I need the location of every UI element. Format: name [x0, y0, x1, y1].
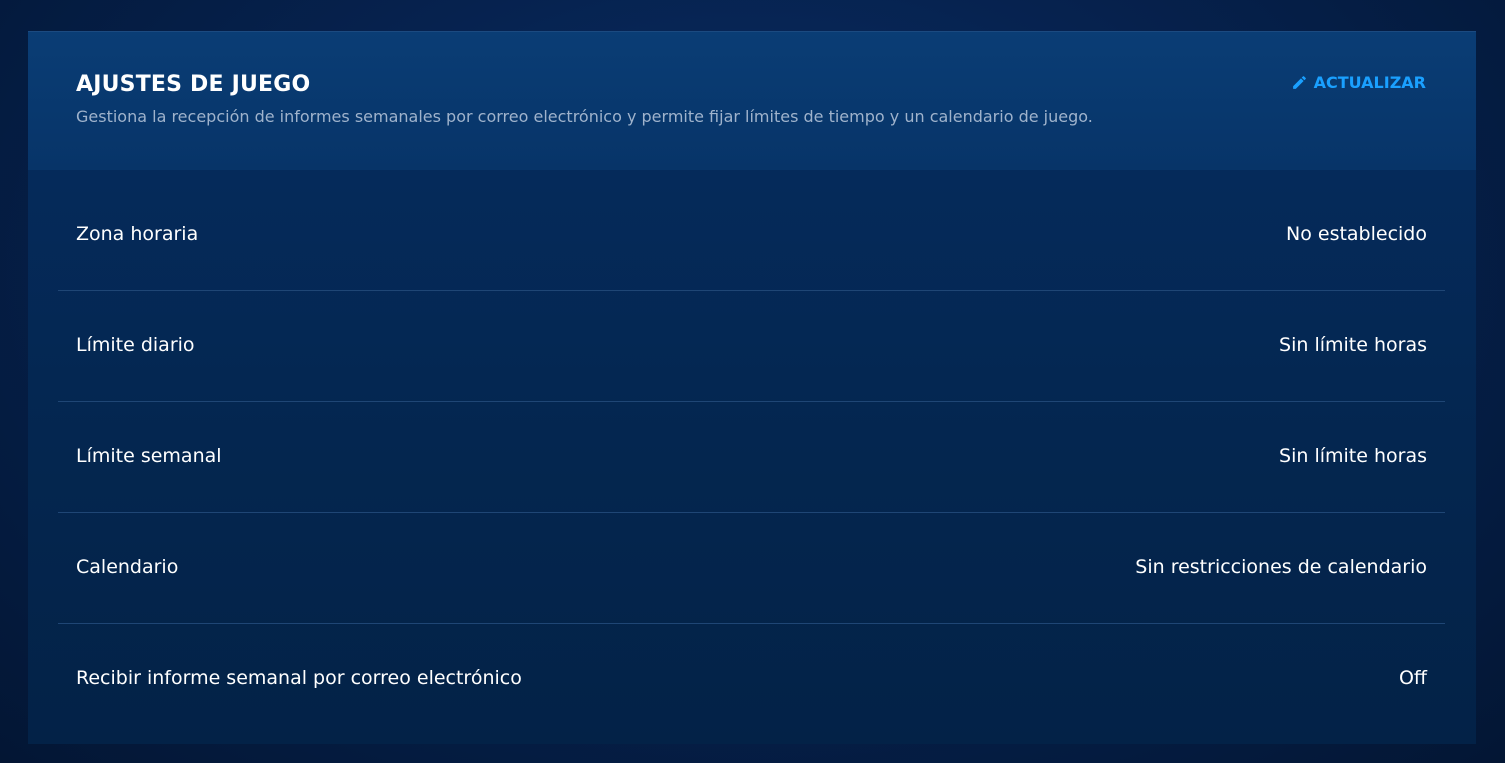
- setting-label: Recibir informe semanal por correo elect…: [76, 667, 522, 689]
- setting-row-daily-limit[interactable]: Límite diario Sin límite horas: [58, 291, 1445, 402]
- update-button[interactable]: ACTUALIZAR: [1291, 73, 1426, 92]
- settings-list: Zona horaria No establecido Límite diari…: [58, 180, 1445, 735]
- pencil-icon: [1291, 74, 1308, 91]
- setting-label: Límite semanal: [76, 445, 222, 467]
- setting-row-weekly-limit[interactable]: Límite semanal Sin límite horas: [58, 402, 1445, 513]
- setting-value: Sin límite horas: [1279, 334, 1427, 356]
- setting-row-weekly-email-report[interactable]: Recibir informe semanal por correo elect…: [58, 624, 1445, 735]
- panel-header: AJUSTES DE JUEGO Gestiona la recepción d…: [28, 32, 1476, 170]
- setting-label: Límite diario: [76, 334, 195, 356]
- setting-label: Calendario: [76, 556, 179, 578]
- game-settings-panel: AJUSTES DE JUEGO Gestiona la recepción d…: [28, 31, 1476, 744]
- setting-label: Zona horaria: [76, 223, 199, 245]
- update-button-label: ACTUALIZAR: [1313, 73, 1426, 92]
- setting-value: No establecido: [1286, 223, 1427, 245]
- setting-value: Sin restricciones de calendario: [1135, 556, 1427, 578]
- setting-row-schedule[interactable]: Calendario Sin restricciones de calendar…: [58, 513, 1445, 624]
- setting-row-timezone[interactable]: Zona horaria No establecido: [58, 180, 1445, 291]
- page-title: AJUSTES DE JUEGO: [76, 72, 311, 97]
- setting-value: Sin límite horas: [1279, 445, 1427, 467]
- page-subtitle: Gestiona la recepción de informes semana…: [76, 107, 1093, 126]
- setting-value: Off: [1398, 667, 1427, 689]
